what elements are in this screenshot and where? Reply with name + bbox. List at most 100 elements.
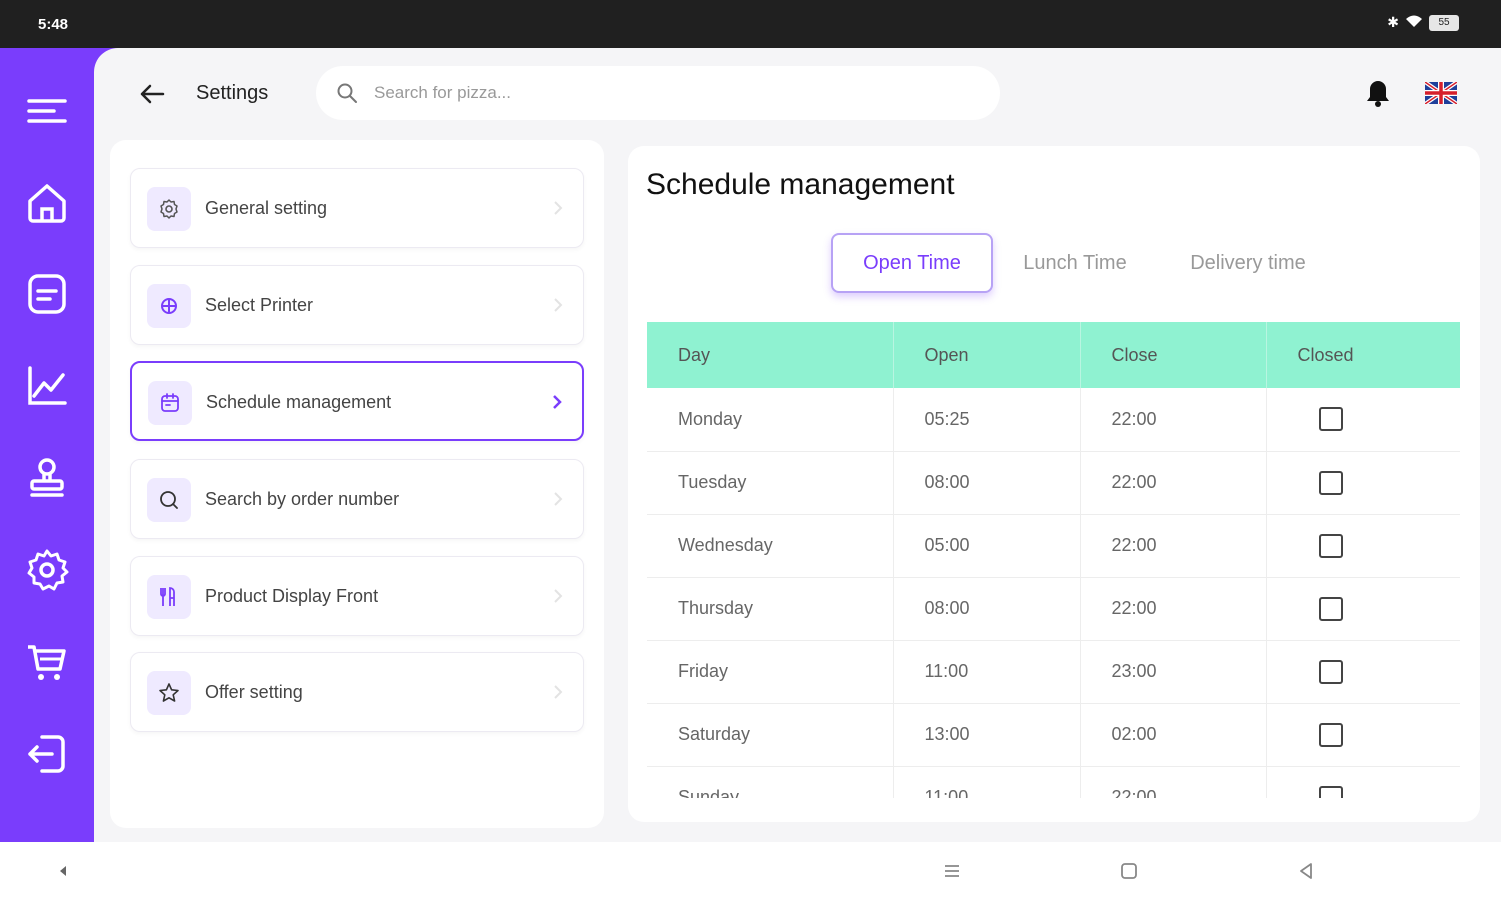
cell-day: Wednesday [647, 514, 894, 577]
cell-open-time[interactable]: 08:00 [893, 451, 1081, 514]
search-bar [316, 66, 1000, 120]
caret-left-icon[interactable] [48, 856, 78, 886]
menu-item-label: Select Printer [205, 295, 314, 315]
cell-day: Saturday [647, 703, 894, 766]
cell-close-time[interactable]: 22:00 [1080, 514, 1267, 577]
cell-open-time[interactable]: 13:00 [893, 703, 1081, 766]
uk-flag-icon[interactable] [1423, 80, 1459, 106]
cell-open-time[interactable]: 05:25 [893, 388, 1081, 451]
cell-close-time[interactable]: 22:00 [1080, 388, 1267, 451]
back-triangle-icon[interactable] [1291, 856, 1321, 886]
gear-icon [147, 187, 191, 231]
table-row: Friday 11:00 23:00 [647, 640, 1460, 703]
menu-item-label: Schedule management [206, 392, 392, 412]
cell-closed [1266, 703, 1460, 766]
chart-icon[interactable] [20, 359, 74, 413]
menu-item-label: Search by order number [205, 489, 400, 509]
status-time: 5:48 [38, 16, 69, 33]
closed-checkbox[interactable] [1318, 785, 1343, 798]
column-header-open: Open [893, 322, 1081, 388]
chevron-right-icon [554, 589, 563, 603]
chevron-right-icon [554, 201, 563, 215]
bluetooth-icon: ✱ [1387, 14, 1399, 30]
side-rail [0, 48, 94, 842]
cell-closed [1266, 766, 1460, 798]
cell-closed [1266, 577, 1460, 640]
orders-icon[interactable] [20, 267, 74, 321]
cell-closed [1266, 640, 1460, 703]
column-header-day: Day [647, 322, 894, 388]
cell-close-time[interactable]: 02:00 [1080, 703, 1267, 766]
cutlery-icon [147, 575, 191, 619]
star-icon [147, 671, 191, 715]
table-row: Tuesday 08:00 22:00 [647, 451, 1460, 514]
search-icon [337, 83, 357, 103]
menu-item-label: General setting [205, 198, 328, 218]
table-row: Thursday 08:00 22:00 [647, 577, 1460, 640]
menu-item-offer-setting[interactable]: Offer setting [130, 652, 584, 732]
status-icons: ✱ 55 [1387, 14, 1459, 31]
menu-item-schedule-management[interactable]: Schedule management [130, 361, 584, 441]
system-nav-bar [0, 842, 1501, 900]
table-row: Sunday 11:00 22:00 [647, 766, 1460, 798]
gear-icon[interactable] [20, 543, 74, 597]
chevron-right-icon [553, 395, 562, 409]
menu-item-label: Offer setting [205, 682, 303, 702]
column-header-close: Close [1080, 322, 1267, 388]
bell-icon[interactable] [1364, 78, 1392, 108]
page-title: Settings [196, 82, 269, 104]
closed-checkbox[interactable] [1318, 470, 1343, 495]
arrow-left-icon [140, 84, 165, 104]
back-button[interactable] [136, 78, 168, 110]
battery-icon: 55 [1429, 14, 1459, 31]
tab-delivery-time[interactable]: Delivery time [1162, 233, 1334, 293]
tab-lunch-time[interactable]: Lunch Time [1003, 233, 1147, 293]
cell-closed [1266, 451, 1460, 514]
cell-day: Monday [647, 388, 894, 451]
table-row: Saturday 13:00 02:00 [647, 703, 1460, 766]
tab-open-time[interactable]: Open Time [831, 233, 993, 293]
table-header-row: Day Open Close Closed [647, 322, 1460, 388]
search-icon [147, 478, 191, 522]
search-input[interactable] [374, 76, 974, 110]
menu-item-general-setting[interactable]: General setting [130, 168, 584, 248]
cell-open-time[interactable]: 11:00 [893, 766, 1081, 798]
cell-close-time[interactable]: 22:00 [1080, 451, 1267, 514]
logout-icon[interactable] [20, 727, 74, 781]
cell-day: Friday [647, 640, 894, 703]
cell-day: Tuesday [647, 451, 894, 514]
table-row: Wednesday 05:00 22:00 [647, 514, 1460, 577]
menu-item-search-by-order-number[interactable]: Search by order number [130, 459, 584, 539]
menu-item-label: Product Display Front [205, 586, 379, 606]
cell-close-time[interactable]: 23:00 [1080, 640, 1267, 703]
closed-checkbox[interactable] [1318, 722, 1343, 747]
schedule-table-wrapper: Day Open Close Closed Monday 05:25 22:00… [647, 322, 1460, 798]
menu-item-product-display-front[interactable]: Product Display Front [130, 556, 584, 636]
status-bar: 5:48 ✱ 55 [0, 0, 1501, 48]
chevron-right-icon [554, 685, 563, 699]
closed-checkbox[interactable] [1318, 659, 1343, 684]
table-row: Monday 05:25 22:00 [647, 388, 1460, 451]
column-header-closed: Closed [1297, 344, 1354, 365]
menu-item-select-printer[interactable]: Select Printer [130, 265, 584, 345]
stamp-icon[interactable] [20, 451, 74, 505]
cell-open-time[interactable]: 08:00 [893, 577, 1081, 640]
printer-icon [147, 284, 191, 328]
cart-icon[interactable] [20, 635, 74, 689]
recent-apps-icon[interactable] [937, 856, 967, 886]
calendar-icon [148, 381, 192, 425]
closed-checkbox[interactable] [1318, 407, 1343, 432]
cell-close-time[interactable]: 22:00 [1080, 766, 1267, 798]
cell-open-time[interactable]: 05:00 [893, 514, 1081, 577]
home-button-icon[interactable] [1114, 856, 1144, 886]
cell-close-time[interactable]: 22:00 [1080, 577, 1267, 640]
closed-checkbox[interactable] [1318, 533, 1343, 558]
home-icon[interactable] [20, 176, 74, 230]
cell-open-time[interactable]: 11:00 [893, 640, 1081, 703]
closed-checkbox[interactable] [1318, 596, 1343, 621]
menu-icon[interactable] [20, 84, 74, 138]
schedule-title: Schedule management [646, 168, 955, 201]
wifi-icon [1405, 14, 1423, 31]
cell-day: Sunday [647, 766, 894, 798]
chevron-right-icon [554, 492, 563, 506]
